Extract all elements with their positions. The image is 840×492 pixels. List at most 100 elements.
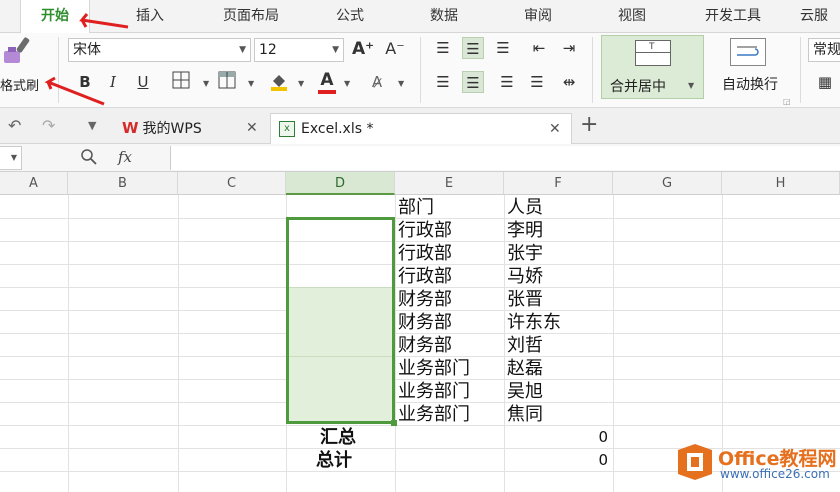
cell-person[interactable]: 刘哲 [507, 334, 543, 357]
increase-indent-icon[interactable]: ⇥ [558, 37, 580, 59]
cell-person[interactable]: 许东东 [507, 311, 561, 334]
cell-total-label[interactable]: 总计 [316, 449, 352, 472]
font-size-select[interactable]: 12 ▼ [254, 38, 344, 62]
underline-button[interactable]: U [132, 71, 154, 93]
cell-dept[interactable]: 业务部门 [398, 357, 470, 380]
tab-my-wps[interactable]: W 我的WPS ✕ [122, 113, 268, 144]
quick-access-dropdown-icon[interactable]: ▼ [88, 119, 96, 132]
cell-dept[interactable]: 行政部 [398, 219, 452, 242]
cell-person[interactable]: 张宇 [507, 242, 543, 265]
wrap-text-icon[interactable] [730, 38, 766, 66]
font-color-icon[interactable]: A [316, 69, 338, 94]
cell-dept[interactable]: 行政部 [398, 265, 452, 288]
menu-tab-data[interactable]: 数据 [414, 0, 474, 33]
new-tab-button[interactable]: + [580, 112, 598, 137]
close-icon[interactable]: ✕ [549, 114, 561, 144]
fill-handle[interactable] [391, 420, 397, 426]
chevron-down-icon[interactable]: ▼ [248, 79, 254, 88]
close-icon[interactable]: ✕ [246, 113, 258, 143]
justify-icon[interactable]: ☰ [526, 71, 548, 93]
watermark: Office教程网 www.office26.com [676, 440, 837, 486]
column-header-d[interactable]: D [286, 172, 395, 195]
column-header-b[interactable]: B [68, 172, 178, 195]
tab-excel-label: Excel.xls * [301, 121, 374, 137]
cell-person[interactable]: 焦同 [507, 403, 543, 426]
menu-tab-cloud[interactable]: 云服 [800, 0, 840, 33]
fill-color-icon[interactable] [268, 71, 290, 93]
tab-my-wps-label: 我的WPS [142, 121, 202, 137]
number-format-select[interactable]: 常规 [808, 38, 840, 62]
dialog-launcher-icon[interactable]: ◲ [783, 97, 791, 106]
chevron-down-icon: ▼ [10, 153, 17, 162]
cell-dept[interactable]: 财务部 [398, 334, 452, 357]
menu-tab-formulas[interactable]: 公式 [320, 0, 380, 33]
formula-input[interactable] [170, 146, 840, 170]
menu-tab-view[interactable]: 视图 [602, 0, 662, 33]
cell-f-header[interactable]: 人员 [507, 196, 543, 219]
cell-person[interactable]: 赵磊 [507, 357, 543, 380]
name-box[interactable]: ▼ [0, 146, 22, 170]
currency-icon[interactable]: ▦ [814, 71, 836, 93]
align-left-icon[interactable]: ☰ [432, 71, 454, 93]
ribbon-separator [592, 37, 593, 103]
menu-tab-page-layout[interactable]: 页面布局 [208, 0, 294, 33]
cell-style-icon[interactable] [216, 71, 238, 93]
cell-dept[interactable]: 财务部 [398, 311, 452, 334]
distributed-align-icon[interactable]: ⇹ [558, 71, 580, 93]
menu-tab-review[interactable]: 审阅 [508, 0, 568, 33]
tab-excel-xls[interactable]: x Excel.xls * ✕ [270, 113, 572, 144]
border-icon[interactable] [170, 71, 192, 93]
cell-dept[interactable]: 财务部 [398, 288, 452, 311]
cell-total-value[interactable]: 0 [504, 449, 608, 472]
format-painter-label[interactable]: 格式刷 [0, 75, 39, 94]
align-right-icon[interactable]: ☰ [496, 71, 518, 93]
menu-tab-home[interactable]: 开始 [20, 0, 90, 34]
align-bottom-icon[interactable]: ☰ [492, 37, 514, 59]
cell-person[interactable]: 吴旭 [507, 380, 543, 403]
redo-icon[interactable]: ↷ [42, 116, 55, 135]
ribbon: 格式刷 宋体 ▼ 12 ▼ A⁺ A⁻ B I U ▼ ▼ ▼ A ▼ A̷ ▼… [0, 33, 840, 108]
office-logo-icon [678, 444, 712, 480]
chevron-down-icon[interactable]: ▼ [203, 79, 209, 88]
cell-dept[interactable]: 行政部 [398, 242, 452, 265]
menu-tab-insert[interactable]: 插入 [118, 0, 182, 33]
format-painter-icon[interactable] [2, 35, 38, 65]
cell-summary-label[interactable]: 汇总 [320, 426, 356, 449]
font-name-select[interactable]: 宋体 ▼ [68, 38, 251, 62]
cell-summary-value[interactable]: 0 [504, 426, 608, 449]
cell-person[interactable]: 李明 [507, 219, 543, 242]
cell-person[interactable]: 马娇 [507, 265, 543, 288]
decrease-indent-icon[interactable]: ⇤ [528, 37, 550, 59]
italic-button[interactable]: I [102, 71, 124, 93]
cell-dept[interactable]: 业务部门 [398, 403, 470, 426]
column-header-h[interactable]: H [722, 172, 840, 195]
cell-person[interactable]: 张晋 [507, 288, 543, 311]
column-header-f[interactable]: F [504, 172, 613, 195]
undo-icon[interactable]: ↶ [8, 116, 21, 135]
increase-font-button[interactable]: A⁺ [352, 38, 374, 60]
align-center-icon[interactable]: ☰ [462, 71, 484, 93]
decrease-font-button[interactable]: A⁻ [384, 38, 406, 60]
align-middle-icon[interactable]: ☰ [462, 37, 484, 59]
ribbon-separator [800, 37, 801, 103]
zoom-search-icon[interactable] [80, 148, 98, 170]
column-header-c[interactable]: C [178, 172, 286, 195]
selection-range[interactable] [286, 217, 395, 424]
merge-center-button[interactable]: T 合并居中 ▼ [601, 35, 704, 99]
column-header-a[interactable]: A [0, 172, 68, 195]
cell-dept[interactable]: 业务部门 [398, 380, 470, 403]
wps-logo-icon: W [122, 119, 139, 137]
align-top-icon[interactable]: ☰ [432, 37, 454, 59]
menu-tab-developer[interactable]: 开发工具 [688, 0, 778, 33]
clear-format-icon[interactable]: A̷ [366, 71, 388, 93]
font-name-value: 宋体 [73, 42, 101, 58]
column-header-g[interactable]: G [613, 172, 722, 195]
chevron-down-icon[interactable]: ▼ [398, 79, 404, 88]
wrap-text-button[interactable]: 自动换行 [712, 74, 788, 94]
chevron-down-icon[interactable]: ▼ [344, 79, 350, 88]
chevron-down-icon[interactable]: ▼ [298, 79, 304, 88]
cell-e-header[interactable]: 部门 [398, 196, 434, 219]
insert-function-button[interactable]: fx [118, 148, 132, 166]
bold-button[interactable]: B [74, 71, 96, 93]
column-header-e[interactable]: E [395, 172, 504, 195]
